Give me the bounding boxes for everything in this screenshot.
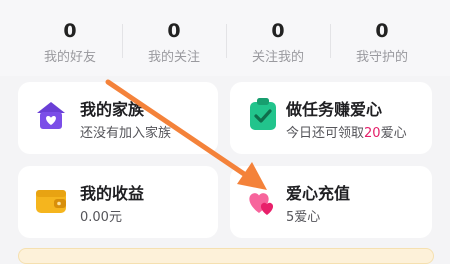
- tasks-subtitle-suffix: 爱心: [380, 126, 407, 141]
- tasks-subtitle-count: 20: [364, 126, 381, 141]
- earnings-card-subtitle: 0.00元: [80, 210, 122, 225]
- stat-followers-label: 关注我的: [251, 50, 304, 65]
- stat-following[interactable]: 0 我的关注: [122, 0, 226, 76]
- earnings-card-title: 我的收益: [80, 184, 145, 203]
- recharge-card[interactable]: 爱心充值 5爱心: [230, 166, 432, 238]
- family-card-subtitle: 还没有加入家族: [80, 126, 172, 141]
- earnings-card[interactable]: 我的收益 0.00元: [18, 166, 218, 238]
- stat-friends-count: 0: [63, 20, 77, 42]
- stat-followers-count: 0: [271, 20, 285, 42]
- tasks-card-title: 做任务赚爱心: [286, 100, 383, 119]
- family-card[interactable]: 我的家族 还没有加入家族: [18, 82, 218, 154]
- tasks-card[interactable]: 做任务赚爱心 今日还可领取20爱心: [230, 82, 432, 154]
- stat-followers[interactable]: 0 关注我的: [226, 0, 330, 76]
- stat-following-label: 我的关注: [147, 50, 200, 65]
- stat-friends[interactable]: 0 我的好友: [18, 0, 122, 76]
- clipboard-check-icon: [246, 96, 280, 136]
- tasks-subtitle-prefix: 今日还可领取: [286, 126, 365, 141]
- stat-guarding-count: 0: [375, 20, 389, 42]
- recharge-card-subtitle: 5爱心: [286, 210, 321, 225]
- house-heart-icon: [34, 98, 68, 136]
- wallet-icon: [34, 186, 68, 220]
- stat-friends-label: 我的好友: [43, 50, 96, 65]
- stat-following-count: 0: [167, 20, 181, 42]
- recharge-card-title: 爱心充值: [286, 184, 351, 203]
- hearts-icon: [244, 184, 280, 222]
- stats-bar: 0 我的好友 0 我的关注 0 关注我的 0 我守护的: [0, 0, 450, 76]
- stat-guarding[interactable]: 0 我守护的: [330, 0, 434, 76]
- tasks-card-subtitle: 今日还可领取20爱心: [286, 122, 407, 141]
- stat-guarding-label: 我守护的: [355, 50, 408, 65]
- family-card-title: 我的家族: [80, 100, 145, 119]
- promo-banner[interactable]: [18, 248, 434, 264]
